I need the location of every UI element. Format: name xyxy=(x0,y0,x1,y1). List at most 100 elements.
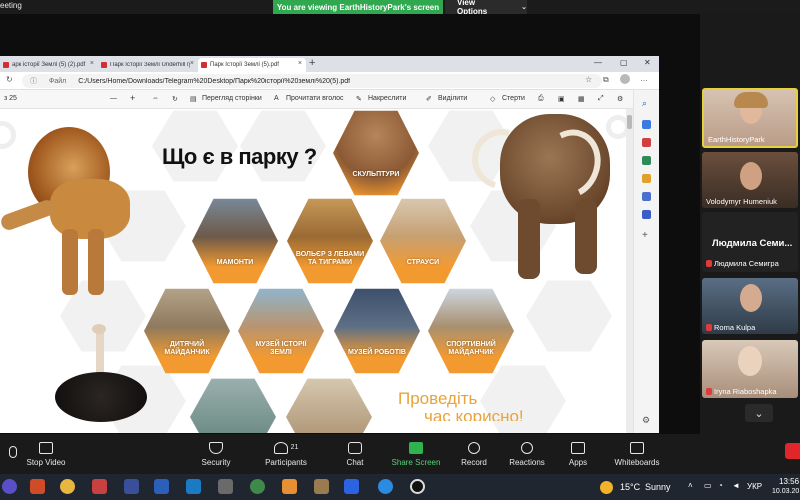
search-icon[interactable]: ⌕ xyxy=(642,98,647,109)
telegram-icon[interactable] xyxy=(186,479,201,494)
close-icon[interactable]: × xyxy=(190,60,194,67)
add-icon[interactable]: + xyxy=(642,230,648,241)
view-options-button[interactable]: View Options ⌄ xyxy=(445,0,527,16)
minimize-icon[interactable]: — xyxy=(594,58,602,67)
maximize-icon[interactable]: ▢ xyxy=(620,58,628,67)
control-label: Share Screen xyxy=(391,457,441,467)
erase-button[interactable]: Стерти xyxy=(502,95,525,102)
ostrich-image xyxy=(50,324,150,433)
participant-tile[interactable]: EarthHistoryPark xyxy=(702,88,798,148)
tile-label: МУЗЕЙ РОБОТІВ xyxy=(348,349,406,356)
weather-label[interactable]: Sunny xyxy=(645,482,671,492)
scrollbar[interactable] xyxy=(626,109,633,433)
close-icon[interactable]: × xyxy=(90,60,94,67)
participant-name: Iryna Riaboshapka xyxy=(706,387,777,396)
chat-button[interactable]: Chat xyxy=(340,434,370,474)
powerpoint-icon[interactable] xyxy=(30,479,45,494)
calculator-icon[interactable] xyxy=(218,479,233,494)
settings-icon[interactable]: ⚙ xyxy=(617,95,623,103)
app-icon[interactable] xyxy=(124,479,139,494)
participant-name: Roma Kulpa xyxy=(706,323,755,332)
save-icon[interactable]: ▣ xyxy=(558,95,565,103)
zoom-in-button[interactable]: + xyxy=(130,93,135,103)
draw-button[interactable]: Накреслити xyxy=(368,95,406,102)
close-window-icon[interactable]: ✕ xyxy=(644,58,651,67)
games-icon[interactable] xyxy=(642,174,651,183)
tray-icon[interactable]: ▭ xyxy=(704,481,712,490)
participant-tile[interactable]: Iryna Riaboshapka xyxy=(702,340,798,398)
browser-tab-active[interactable]: Парк Історії Землі (5).pdf × xyxy=(198,58,306,72)
tile-label: ВОЛЬЄР З ЛЕВАМИ ТА ТИГРАМИ xyxy=(295,251,365,266)
volume-icon[interactable]: ◄ xyxy=(732,481,740,490)
zoom-control-bar: Stop Video Security 21 Participants Chat… xyxy=(0,434,800,474)
profile-icon[interactable] xyxy=(620,74,630,84)
mic-button[interactable] xyxy=(6,434,20,474)
record-button[interactable]: Record xyxy=(458,434,490,474)
print-icon[interactable]: ⎙ xyxy=(538,95,544,103)
viber-icon[interactable] xyxy=(2,479,17,494)
file-explorer-icon[interactable] xyxy=(314,479,329,494)
temperature[interactable]: 15°C xyxy=(620,482,640,492)
new-tab-icon[interactable]: + xyxy=(309,57,315,69)
empty-hexagon xyxy=(526,280,612,352)
browser-tab[interactable]: Парк Історії Землі Underhill гр.сп × xyxy=(98,58,198,72)
chrome-icon[interactable] xyxy=(60,479,75,494)
pdf-icon xyxy=(3,62,9,68)
chevron-up-icon[interactable]: ˄ xyxy=(688,481,693,490)
window-title: eeting xyxy=(0,1,22,10)
security-button[interactable]: Security xyxy=(196,434,236,474)
outlook-icon[interactable] xyxy=(642,210,651,219)
stop-video-button[interactable]: Stop Video xyxy=(24,434,68,474)
network-icon[interactable]: ◔ xyxy=(718,481,723,490)
participant-video xyxy=(740,284,762,312)
fullscreen-icon[interactable]: ⤢ xyxy=(598,95,604,103)
collections-icon[interactable]: ⧉ xyxy=(603,75,609,85)
highlight-button[interactable]: Виділити xyxy=(438,95,467,102)
edge-icon[interactable] xyxy=(378,479,393,494)
shopping-icon[interactable] xyxy=(642,138,651,147)
page-view-button[interactable]: Перегляд сторінки xyxy=(202,95,262,102)
word-icon[interactable] xyxy=(154,479,169,494)
tile-sports-ground: СПОРТИВНИЙ МАЙДАНЧИК xyxy=(428,288,514,374)
read-aloud-button[interactable]: Прочитати вголос xyxy=(286,95,344,102)
zoom-icon[interactable] xyxy=(344,479,359,494)
windows-taskbar: 15°C Sunny ˄ ▭ ◔ ◄ УКР 13:56 10.03.20 xyxy=(0,474,800,500)
reactions-button[interactable]: Reactions xyxy=(506,434,548,474)
clock-date[interactable]: 10.03.20 xyxy=(772,488,799,495)
participant-tile[interactable]: Volodymyr Humeniuk xyxy=(702,152,798,208)
reactions-icon xyxy=(521,441,533,454)
star-icon[interactable]: ☆ xyxy=(585,75,592,84)
save-as-icon[interactable]: ▦ xyxy=(578,95,585,103)
app-icon[interactable] xyxy=(410,479,425,494)
chrome-icon[interactable] xyxy=(250,479,265,494)
participants-button[interactable]: 21 Participants xyxy=(258,434,314,474)
zoom-out-button[interactable]: — xyxy=(110,95,117,102)
fit-page-icon[interactable]: ⇔ xyxy=(152,95,159,102)
chevron-down-icon[interactable]: ⌄ xyxy=(745,404,773,422)
whiteboards-button[interactable]: Whiteboards xyxy=(612,434,662,474)
more-icon[interactable]: … xyxy=(640,74,648,83)
language-indicator[interactable]: УКР xyxy=(747,482,762,491)
scrollbar-thumb[interactable] xyxy=(627,115,632,129)
end-meeting-button[interactable] xyxy=(785,443,800,459)
share-screen-button[interactable]: Share Screen xyxy=(390,434,442,474)
rotate-icon[interactable]: ↻ xyxy=(172,95,178,103)
browser-tab[interactable]: арк історії Землі (5) (2).pdf × xyxy=(0,58,98,72)
app-icon[interactable] xyxy=(282,479,297,494)
office-icon[interactable] xyxy=(642,192,651,201)
tile-kids-playground: ДИТЯЧИЙ МАЙДАНЧИК xyxy=(144,288,230,374)
address-bar[interactable]: ⓘ Файл C:/Users/Home/Downloads/Telegram%… xyxy=(22,74,602,88)
apps-button[interactable]: Apps xyxy=(565,434,591,474)
clock-time[interactable]: 13:56 xyxy=(779,477,799,486)
tools-icon[interactable] xyxy=(642,156,651,165)
participant-video xyxy=(740,162,762,190)
info-icon: ⓘ xyxy=(30,78,37,85)
close-icon[interactable]: × xyxy=(298,60,302,67)
app-icon[interactable] xyxy=(92,479,107,494)
sidebar-settings-icon[interactable]: ⚙ xyxy=(642,415,650,426)
draw-icon: ✎ xyxy=(356,96,362,103)
bing-icon[interactable] xyxy=(642,120,651,129)
participant-tile[interactable]: Roma Kulpa xyxy=(702,278,798,334)
control-label: Participants xyxy=(265,457,307,467)
refresh-icon[interactable]: ↻ xyxy=(6,75,13,84)
